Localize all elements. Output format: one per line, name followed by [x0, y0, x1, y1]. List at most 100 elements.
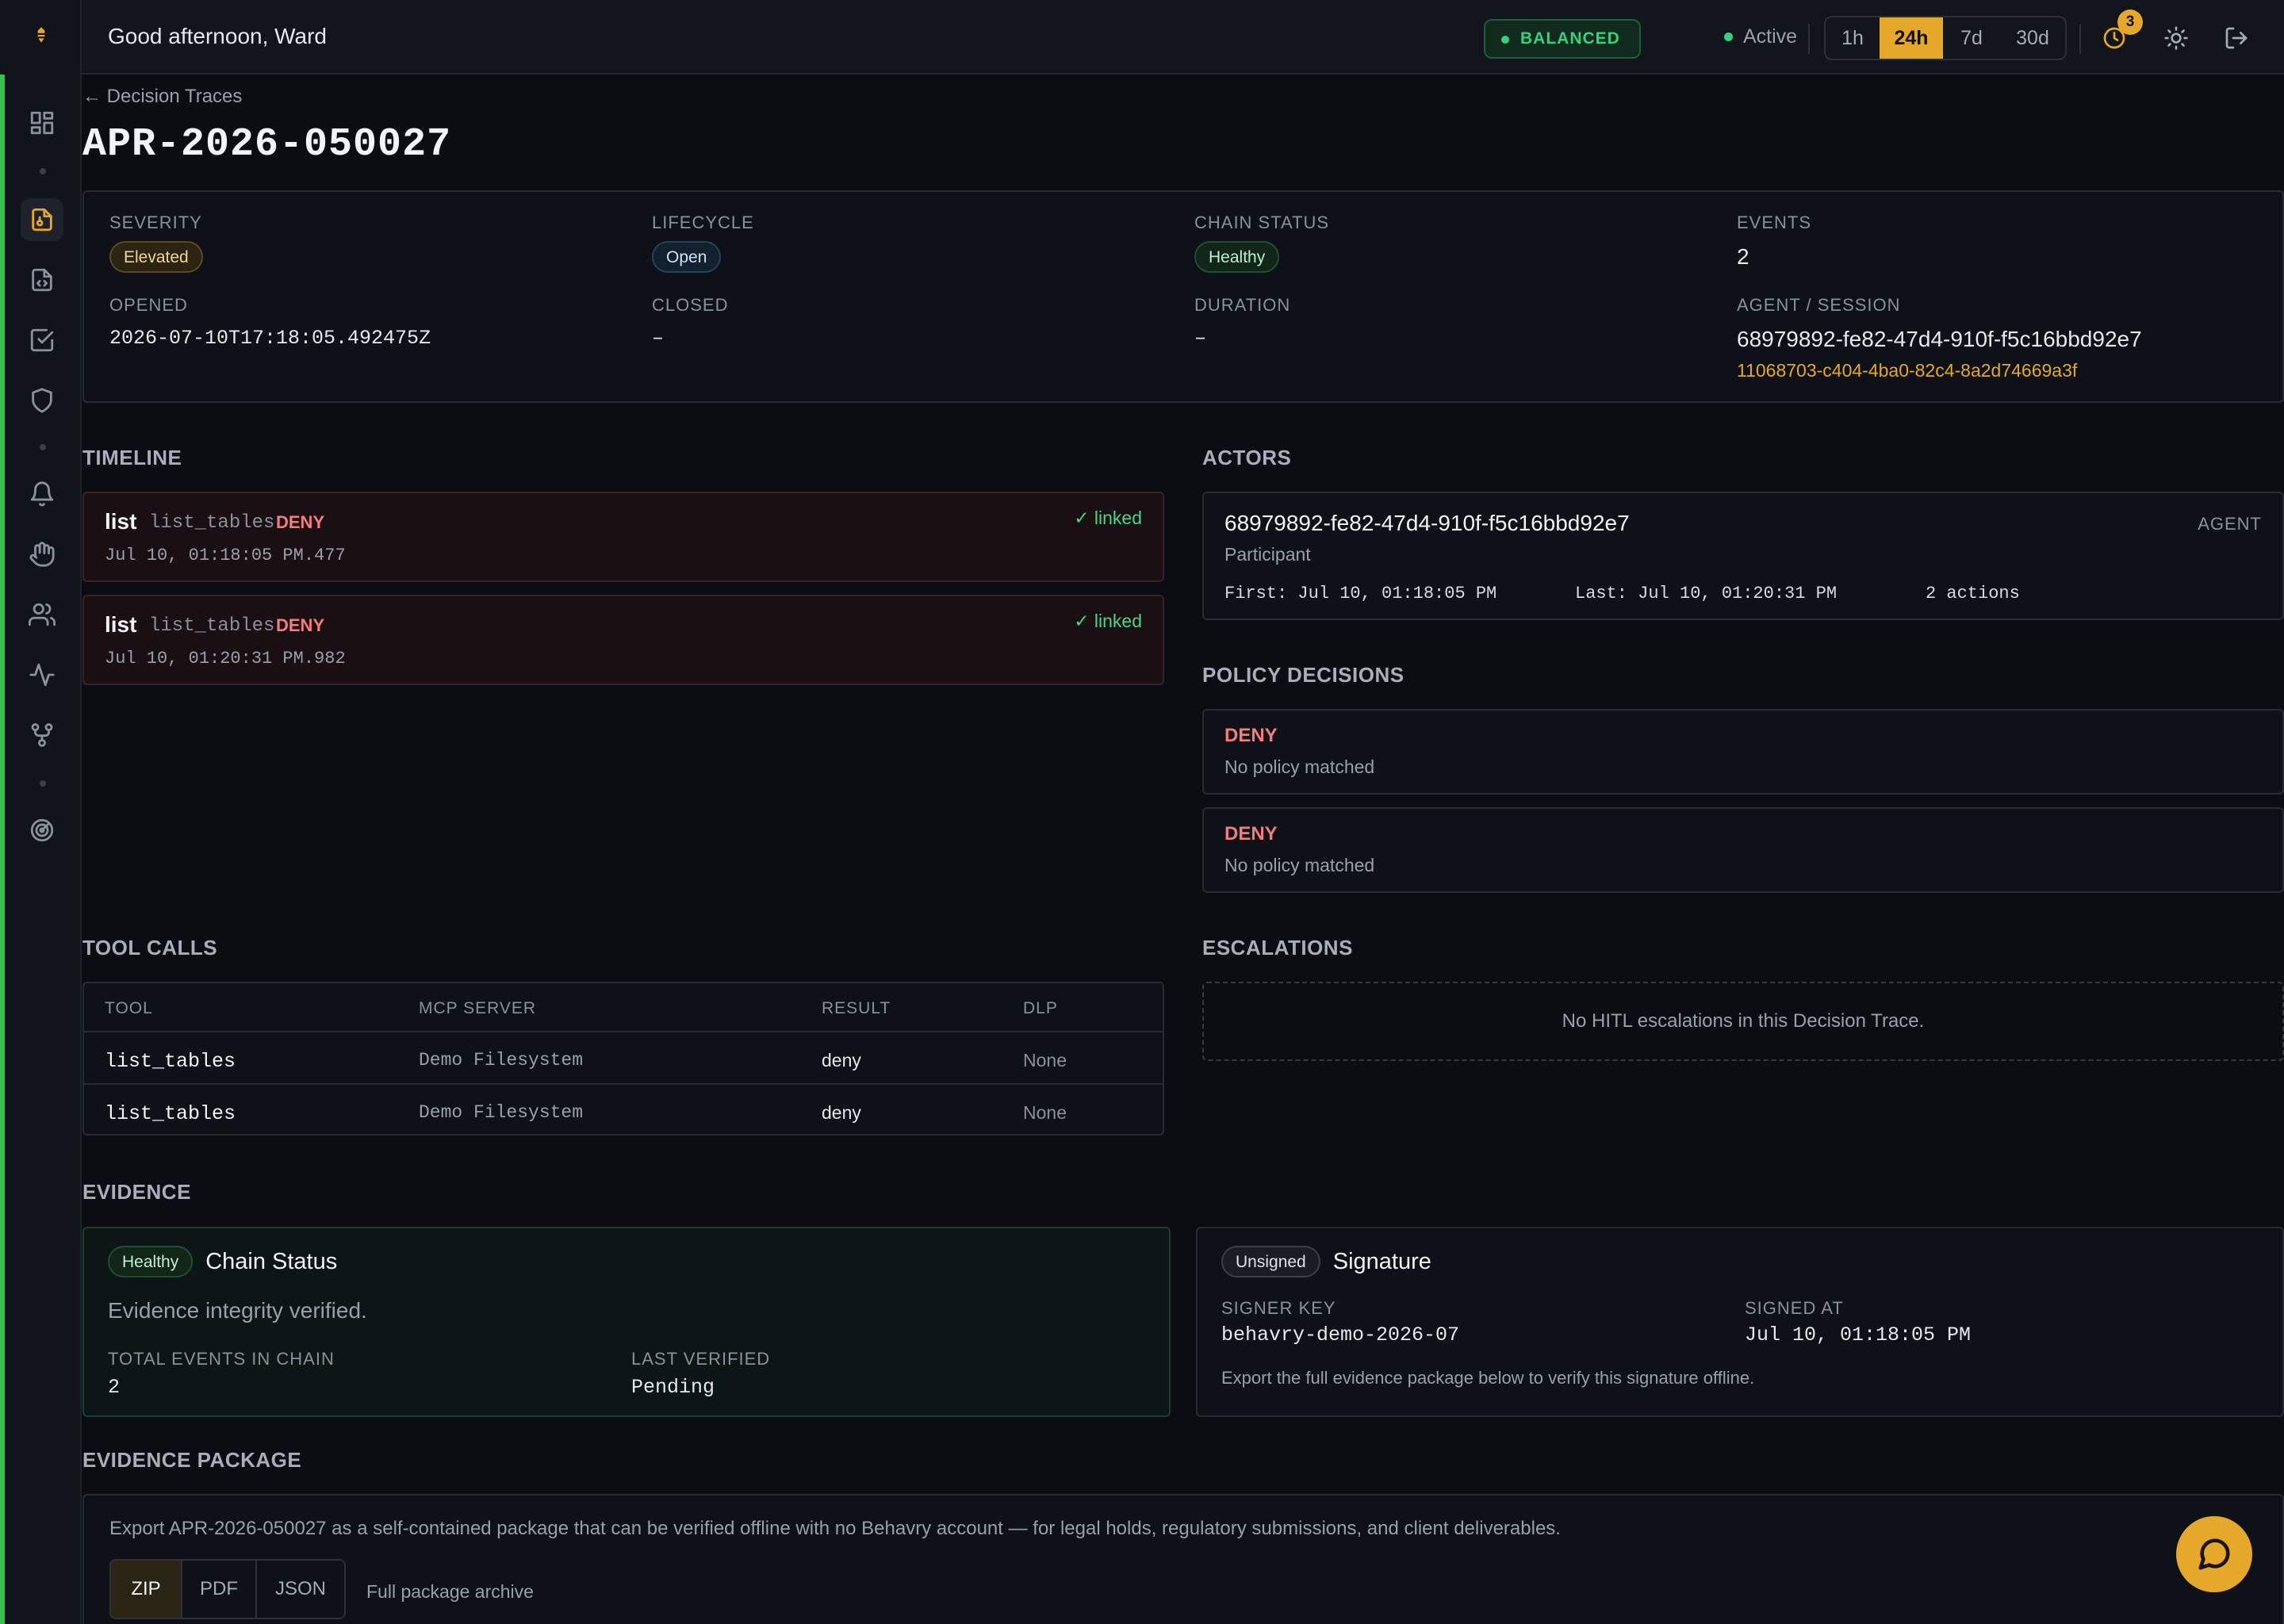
chat-bubble-icon: [2198, 1538, 2230, 1570]
policy-decision-card[interactable]: DENY No policy matched: [1202, 807, 2284, 893]
chain-description: Evidence integrity verified.: [108, 1298, 367, 1323]
actor-last-seen: Last: Jul 10, 01:20:31 PM: [1575, 584, 1838, 603]
trace-summary-card: SEVERITY Elevated LIFECYCLE Open CHAIN S…: [82, 190, 2284, 403]
format-json-button[interactable]: JSON: [257, 1561, 344, 1618]
signature-note: Export the full evidence package below t…: [1221, 1368, 1755, 1388]
sidebar-item-tasks[interactable]: [21, 319, 63, 362]
total-events-value: 2: [108, 1376, 121, 1399]
policy-code-icon: [32, 268, 52, 292]
result-cell: deny: [822, 1102, 861, 1123]
sun-icon: [2164, 26, 2188, 50]
signature-card-title: Signature: [1332, 1248, 1431, 1274]
range-30d-button[interactable]: 30d: [2000, 17, 2065, 59]
range-1h-button[interactable]: 1h: [1826, 17, 1880, 59]
opened-value: 2026-07-10T17:18:05.492475Z: [109, 327, 431, 350]
policy-message: No policy matched: [1224, 855, 1375, 875]
closed-label: CLOSED: [652, 295, 729, 315]
actors-heading: ACTORS: [1202, 446, 1292, 469]
format-zip-button[interactable]: ZIP: [111, 1561, 182, 1618]
actor-card[interactable]: 68979892-fe82-47d4-910f-f5c16bbd92e7 Par…: [1202, 492, 2284, 620]
linked-indicator: ✓ linked: [1074, 508, 1142, 528]
decision-traces-icon: [32, 208, 52, 232]
dlp-cell: None: [1023, 1102, 1067, 1123]
session-id-link[interactable]: 11068703-c404-4ba0-82c4-8a2d74669a3f: [1737, 360, 2142, 381]
severity-badge: Elevated: [109, 241, 203, 273]
sidebar-item-policies[interactable]: [21, 259, 63, 301]
timeline-event[interactable]: list list_tables DENY Jul 10, 01:18:05 P…: [82, 492, 1164, 582]
event-decision: DENY: [276, 615, 325, 635]
back-to-decision-traces-link[interactable]: ← Decision Traces: [82, 86, 242, 108]
event-time: Jul 10, 01:18:05 PM.477: [105, 546, 346, 565]
activity-icon: [29, 663, 55, 687]
duration-value: –: [1194, 327, 1207, 350]
mode-badge[interactable]: BALANCED: [1484, 19, 1641, 59]
table-header: TOOL MCP SERVER RESULT DLP: [84, 983, 1163, 1032]
chain-status-card: Healthy Chain Status Evidence integrity …: [82, 1227, 1171, 1417]
actor-first-seen: First: Jul 10, 01:18:05 PM: [1224, 584, 1497, 603]
signer-key-label: SIGNER KEY: [1221, 1298, 1336, 1318]
range-24h-button[interactable]: 24h: [1880, 17, 1943, 59]
range-7d-button[interactable]: 7d: [1943, 17, 2000, 59]
sidebar-divider-dot: [40, 168, 46, 174]
topbar-divider: [2079, 24, 2081, 54]
escalations-heading: ESCALATIONS: [1202, 936, 1353, 959]
format-hint: Full package archive: [366, 1581, 534, 1602]
chain-status-field: CHAIN STATUS Healthy: [1194, 213, 1329, 273]
sidebar-divider-dot: [40, 780, 46, 787]
last-verified-field: LAST VERIFIED Pending: [631, 1349, 770, 1399]
sidebar-item-alerts[interactable]: [21, 473, 63, 515]
sidebar-item-monitoring[interactable]: [21, 809, 63, 852]
sidebar-item-security[interactable]: [21, 379, 63, 422]
total-events-label: TOTAL EVENTS IN CHAIN: [108, 1349, 335, 1369]
chain-status-badge: Healthy: [1194, 241, 1280, 273]
evidence-package-heading: EVIDENCE PACKAGE: [82, 1448, 302, 1472]
events-label: EVENTS: [1737, 213, 1812, 232]
table-row[interactable]: list_tables Demo Filesystem deny None: [84, 1034, 1163, 1085]
time-range-selector: 1h 24h 7d 30d: [1824, 16, 2067, 60]
chat-support-button[interactable]: [2176, 1516, 2252, 1592]
export-format-selector: ZIP PDF JSON: [109, 1559, 346, 1619]
actor-action-count: 2 actions: [1926, 584, 2020, 603]
lifecycle-field: LIFECYCLE Open: [652, 213, 754, 273]
timeline-event[interactable]: list list_tables DENY Jul 10, 01:20:31 P…: [82, 595, 1164, 685]
evidence-package-card: Export APR-2026-050027 as a self-contain…: [82, 1494, 2284, 1624]
signer-key-value: behavry-demo-2026-07: [1221, 1323, 1460, 1346]
chain-status-label: CHAIN STATUS: [1194, 213, 1330, 232]
topbar-divider: [1808, 24, 1810, 54]
actor-type: AGENT: [2198, 514, 2262, 534]
last-verified-label: LAST VERIFIED: [631, 1349, 771, 1369]
duration-field: DURATION –: [1194, 295, 1290, 350]
policy-decision-card[interactable]: DENY No policy matched: [1202, 709, 2284, 795]
event-tool: list_tables: [149, 615, 275, 637]
chain-card-title: Chain Status: [205, 1248, 338, 1274]
table-row[interactable]: list_tables Demo Filesystem deny None: [84, 1086, 1163, 1134]
total-events-field: TOTAL EVENTS IN CHAIN 2: [108, 1349, 335, 1399]
status-indicator: Active: [1724, 25, 1797, 48]
linked-indicator: ✓ linked: [1074, 611, 1142, 631]
behavry-logo[interactable]: [24, 17, 59, 52]
sidebar-item-decision-traces[interactable]: [21, 198, 63, 241]
format-pdf-button[interactable]: PDF: [182, 1561, 257, 1618]
hand-icon: [29, 542, 55, 567]
column-header-tool: TOOL: [105, 999, 153, 1017]
sidebar-item-dashboard[interactable]: [21, 102, 63, 144]
logout-icon: [2225, 27, 2248, 49]
signature-status-badge: Unsigned: [1221, 1246, 1320, 1277]
event-decision: DENY: [276, 512, 325, 532]
sidebar-item-integrations[interactable]: [21, 714, 63, 756]
sidebar-item-users[interactable]: [21, 593, 63, 636]
bell-icon: [30, 481, 54, 507]
dashboard-icon: [30, 111, 54, 135]
policy-decision: DENY: [1224, 725, 1278, 746]
escalations-empty-state: No HITL escalations in this Decision Tra…: [1202, 982, 2284, 1061]
sidebar-item-interventions[interactable]: [21, 533, 63, 576]
sidebar-item-activity[interactable]: [21, 653, 63, 696]
logout-button[interactable]: [2219, 21, 2254, 56]
column-header-result: RESULT: [822, 999, 891, 1017]
sidebar-accent-bar: [0, 75, 5, 1624]
greeting-text: Good afternoon, Ward: [108, 24, 328, 48]
severity-label: SEVERITY: [109, 213, 202, 232]
sidebar-divider-dot: [40, 444, 46, 450]
theme-toggle-button[interactable]: [2159, 21, 2194, 56]
tool-calls-heading: TOOL CALLS: [82, 936, 218, 959]
